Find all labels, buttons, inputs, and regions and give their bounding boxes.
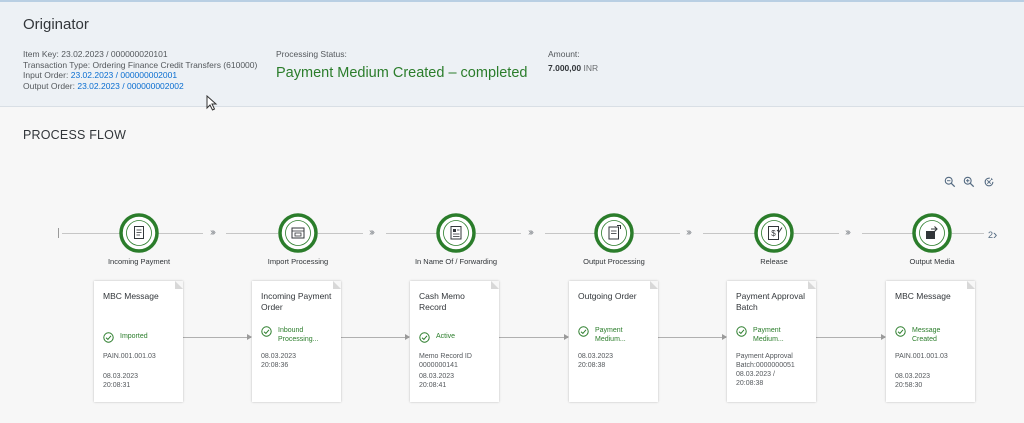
flow-line — [703, 233, 755, 234]
output-order-link[interactable]: 23.02.2023 / 000000002002 — [77, 81, 183, 91]
flow-card[interactable]: MBC Message Message Created PAIN.001.001… — [886, 281, 975, 402]
check-circle-icon — [419, 332, 430, 343]
outgoing-doc-icon — [594, 213, 634, 253]
flow-chevrons-icon: ››› — [686, 227, 692, 238]
card-title: Cash Memo Record — [419, 291, 465, 312]
flow-start-tick — [58, 228, 59, 238]
amount-currency: INR — [583, 62, 599, 73]
card-title: Payment Approval Batch — [736, 291, 805, 312]
flow-chevrons-icon: ››› — [528, 227, 534, 238]
lane-label: In Name Of / Forwarding — [414, 257, 498, 266]
flow-line — [794, 233, 839, 234]
item-key: Item Key: 23.02.2023 / 000000020101 — [23, 49, 168, 59]
card-status: Payment Medium... — [736, 326, 814, 344]
flow-card[interactable]: Incoming Payment Order Inbound Processin… — [252, 281, 341, 402]
processing-status-label: Processing Status: — [276, 49, 347, 59]
process-flow-title: PROCESS FLOW — [23, 128, 127, 142]
flow-chevrons-icon: ››› — [210, 227, 216, 238]
connector-arrow — [657, 334, 727, 340]
approval-icon: $ — [754, 213, 794, 253]
check-circle-icon — [103, 332, 114, 343]
zoom-in-icon[interactable] — [962, 176, 976, 190]
mouse-cursor-icon — [206, 95, 218, 111]
check-circle-icon — [261, 326, 272, 337]
connector-arrow — [815, 334, 886, 340]
lane-node-output-processing[interactable] — [594, 213, 634, 253]
lane-node-import-processing[interactable] — [278, 213, 318, 253]
flow-line — [545, 233, 597, 234]
flow-line — [158, 233, 203, 234]
card-title: Outgoing Order — [578, 291, 637, 301]
amount: Amount: 7.000,00 INR — [548, 49, 598, 73]
card-status: Imported — [103, 332, 181, 343]
order-info: Item Key: 23.02.2023 / 000000020101 Tran… — [23, 49, 257, 91]
card-title: MBC Message — [895, 291, 951, 301]
originator-header: Originator Item Key: 23.02.2023 / 000000… — [0, 0, 1024, 107]
lane-label: Output Processing — [583, 257, 645, 266]
flow-line — [634, 233, 680, 234]
processing-status-value: Payment Medium Created – completed — [276, 64, 528, 81]
lane-node-in-name-of-forwarding[interactable] — [436, 213, 476, 253]
memo-icon — [436, 213, 476, 253]
amount-value: 7.000,00 INR — [548, 62, 599, 73]
flow-line — [476, 233, 521, 234]
flow-chevrons-icon: ››› — [845, 227, 851, 238]
flow-card[interactable]: Cash Memo Record Active Memo Record ID 0… — [410, 281, 499, 402]
lane-label: Output Media — [909, 257, 955, 266]
input-order: Input Order: 23.02.2023 / 000000002001 — [23, 70, 178, 80]
lane-node-output-media[interactable] — [912, 213, 952, 253]
card-status: Payment Medium... — [578, 326, 656, 344]
output-order: Output Order: 23.02.2023 / 000000002002 — [23, 80, 184, 91]
transaction-type: Transaction Type: Ordering Finance Credi… — [23, 59, 258, 70]
flow-card[interactable]: MBC Message Imported PAIN.001.001.03 08.… — [94, 281, 183, 402]
lane-node-incoming-payment[interactable] — [119, 213, 159, 253]
input-order-link[interactable]: 23.02.2023 / 000000002001 — [71, 70, 177, 80]
card-title: Incoming Payment Order — [261, 291, 332, 312]
lane-label: Import Processing — [267, 257, 329, 266]
zoom-reset-icon[interactable] — [982, 176, 996, 190]
card-status: Active — [419, 332, 497, 343]
card-status: Message Created — [895, 326, 973, 344]
flow-line — [952, 233, 984, 234]
svg-text:$: $ — [771, 229, 776, 238]
amount-label: Amount: — [548, 49, 580, 59]
zoom-out-icon[interactable] — [943, 176, 957, 190]
lane-node-release[interactable]: $ — [754, 213, 794, 253]
flow-line — [226, 233, 278, 234]
inbox-icon — [278, 213, 318, 253]
export-icon — [912, 213, 952, 253]
flow-line — [318, 233, 363, 234]
flow-card[interactable]: Outgoing Order Payment Medium... 08.03.2… — [569, 281, 658, 402]
flow-chevrons-icon: ››› — [369, 227, 375, 238]
lane-label: Release — [760, 257, 788, 266]
header-title: Originator — [23, 16, 89, 33]
connector-arrow — [499, 334, 569, 340]
chevron-right-icon: › — [993, 227, 998, 242]
document-icon — [119, 213, 159, 253]
card-title: MBC Message — [103, 291, 159, 301]
more-lanes-button[interactable]: 2› — [988, 226, 998, 242]
connector-arrow — [341, 334, 410, 340]
connector-arrow — [183, 334, 252, 340]
flow-line — [62, 233, 120, 234]
check-circle-icon — [895, 326, 906, 337]
card-status: Inbound Processing... — [261, 326, 339, 344]
check-circle-icon — [736, 326, 747, 337]
flow-card[interactable]: Payment Approval Batch Payment Medium...… — [727, 281, 816, 402]
lane-label: Incoming Payment — [107, 257, 171, 266]
check-circle-icon — [578, 326, 589, 337]
flow-line — [862, 233, 914, 234]
processing-status: Processing Status: Payment Medium Create… — [276, 49, 527, 81]
flow-line — [386, 233, 438, 234]
